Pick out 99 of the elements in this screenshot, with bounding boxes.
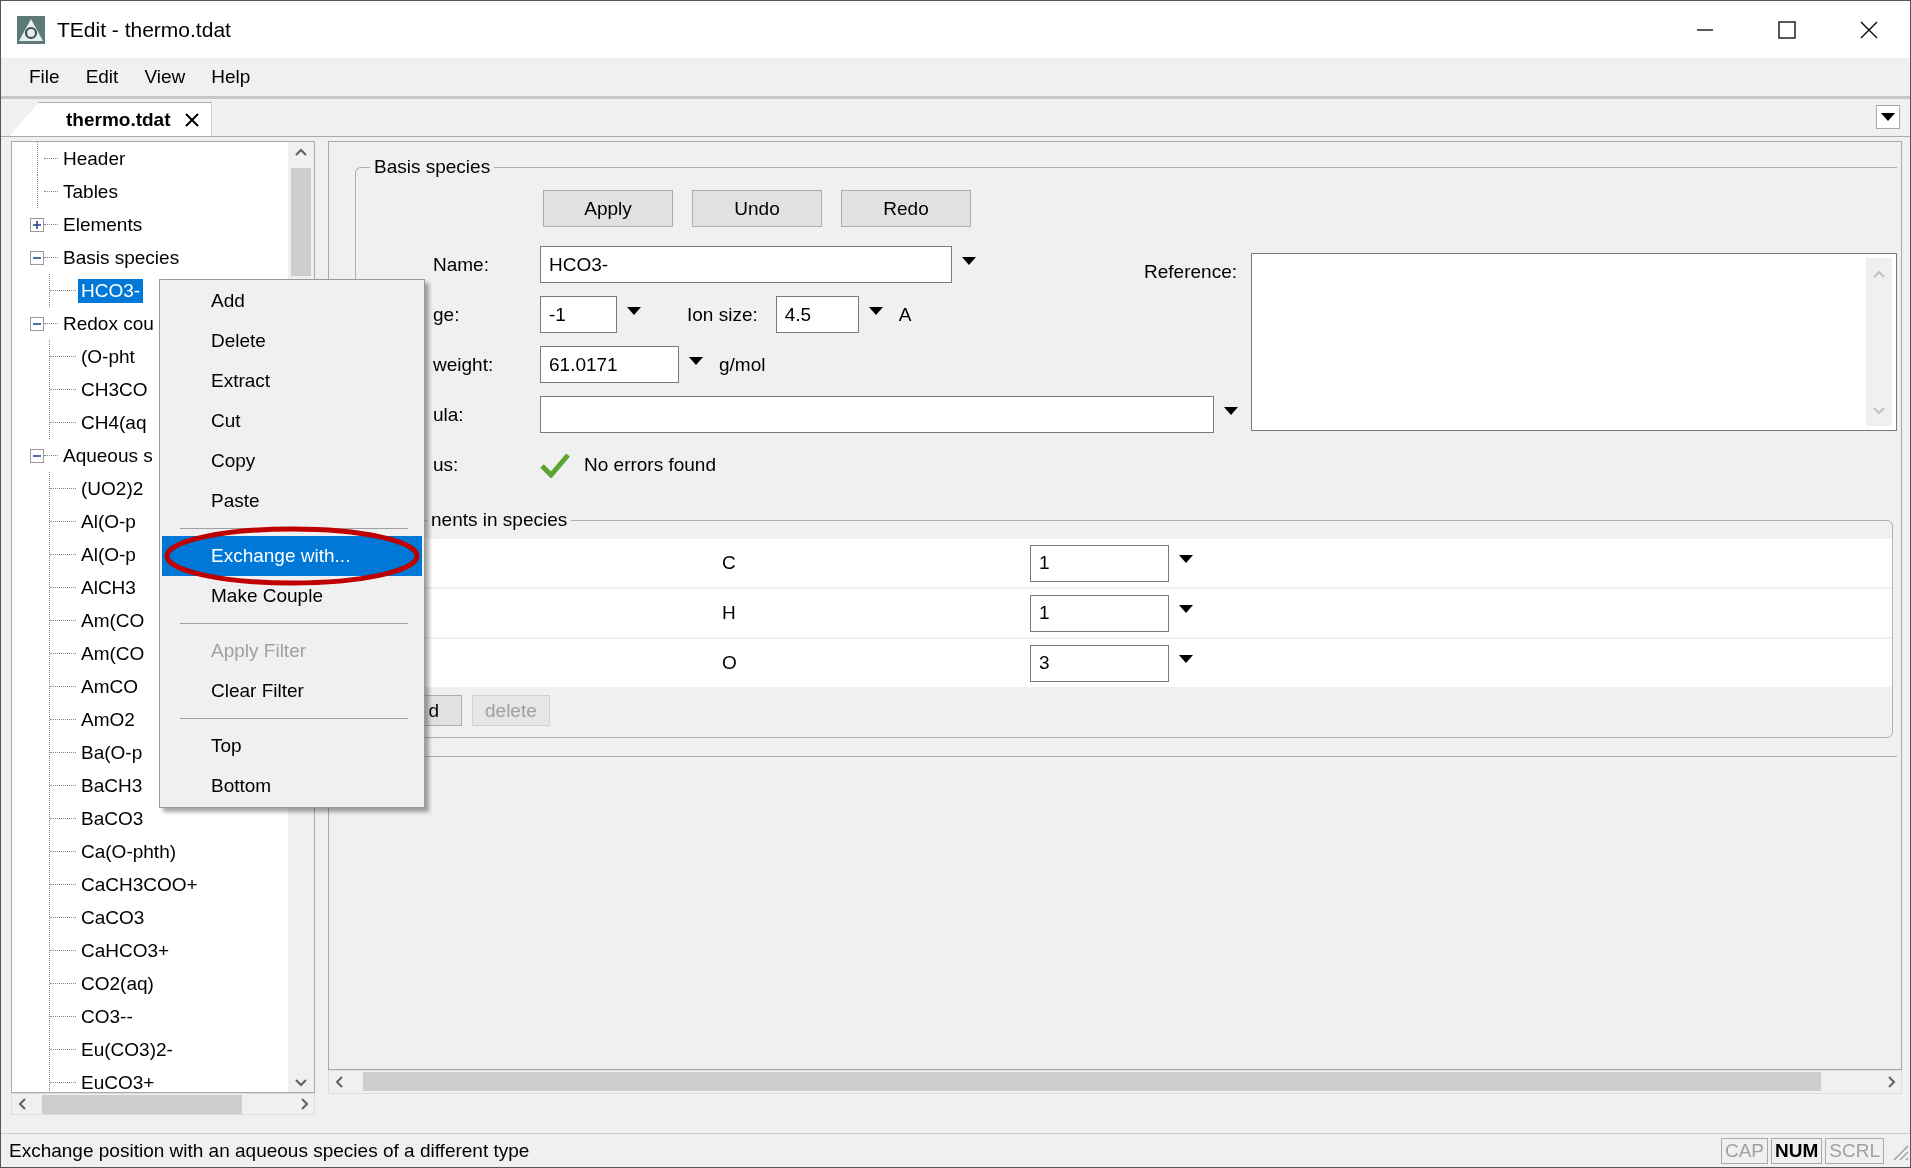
field-label: ge: xyxy=(432,303,461,326)
weight-field[interactable]: 61.0171 xyxy=(540,346,679,383)
field-label: Name: xyxy=(432,253,490,276)
menu-item[interactable]: File xyxy=(19,62,70,92)
tree-item[interactable]: Basis species xyxy=(60,245,183,270)
tree-item[interactable]: BaCH3 xyxy=(78,773,146,798)
horizontal-scrollbar[interactable] xyxy=(11,1093,315,1115)
dropdown-arrow-icon[interactable] xyxy=(962,256,976,265)
scrollbar-thumb[interactable] xyxy=(291,168,311,276)
menu-item[interactable]: Make Couple xyxy=(162,576,422,616)
menu-item[interactable]: Exchange with... xyxy=(162,536,422,576)
count-field[interactable]: 1 xyxy=(1030,544,1169,582)
minimize-icon xyxy=(1696,28,1714,31)
field-label: Ion size: xyxy=(687,303,758,326)
maximize-icon xyxy=(1778,20,1796,39)
reference-field[interactable] xyxy=(1251,253,1897,431)
count-field[interactable]: 3 xyxy=(1030,644,1169,682)
key-indicator: NUM xyxy=(1771,1137,1823,1164)
dropdown-arrow-icon[interactable] xyxy=(1224,406,1238,415)
field-label: Reference: xyxy=(1144,261,1237,283)
file-tab[interactable]: thermo.tdat xyxy=(9,102,212,136)
menu-item[interactable]: View xyxy=(134,62,196,92)
tree-item[interactable]: AlCH3 xyxy=(78,575,139,600)
ion-size-field[interactable]: 4.5 xyxy=(775,296,859,333)
formula-field[interactable] xyxy=(540,396,1214,433)
element-symbol: C xyxy=(722,552,737,574)
element-symbol: H xyxy=(722,602,737,624)
dropdown-arrow-icon[interactable] xyxy=(689,356,703,365)
tree-item[interactable]: (UO2)2 xyxy=(78,476,147,501)
unit-label: A xyxy=(898,303,912,326)
count-field[interactable]: 1 xyxy=(1030,594,1169,632)
tree-item[interactable]: CH4(aq xyxy=(78,410,150,435)
name-field[interactable]: HCO3- xyxy=(540,246,952,283)
dropdown-arrow-icon[interactable] xyxy=(1179,605,1193,613)
key-indicator: CAP xyxy=(1720,1137,1769,1164)
unit-label: g/mol xyxy=(719,353,766,376)
tree-item[interactable]: Am(CO xyxy=(78,641,148,666)
element-symbol: O xyxy=(722,652,738,674)
tree-item[interactable]: (O-pht xyxy=(78,344,138,369)
close-icon xyxy=(1860,20,1878,39)
tree-item[interactable]: EuCO3+ xyxy=(78,1070,158,1092)
close-icon[interactable] xyxy=(184,112,199,127)
collapse-icon[interactable] xyxy=(30,448,44,463)
menu-item[interactable]: Extract xyxy=(162,361,422,401)
tree-item[interactable]: Header xyxy=(60,146,129,171)
action-button[interactable]: Apply xyxy=(543,190,673,227)
tree-item[interactable]: CaHCO3+ xyxy=(78,938,173,963)
tree-item[interactable]: AmCO xyxy=(78,674,141,699)
field-label: weight: xyxy=(432,353,495,376)
menu-item[interactable]: Clear Filter xyxy=(162,671,422,711)
collapse-icon[interactable] xyxy=(30,250,44,265)
tree-item[interactable]: Am(CO xyxy=(78,608,148,633)
menu-item[interactable]: Add xyxy=(162,281,422,321)
field-label: us: xyxy=(432,453,460,476)
tree-item[interactable]: CH3CO xyxy=(78,377,151,402)
menu-item[interactable]: Help xyxy=(201,62,261,92)
tree-item[interactable]: Ca(O-phth) xyxy=(78,839,180,864)
tab-list-button[interactable] xyxy=(1876,105,1900,129)
tree-item[interactable]: CO2(aq) xyxy=(78,971,157,996)
tree-item[interactable]: Tables xyxy=(60,179,121,204)
action-button[interactable]: Undo xyxy=(692,190,822,227)
menu-item[interactable]: Paste xyxy=(162,481,422,521)
menu-item[interactable]: Edit xyxy=(75,62,129,92)
dropdown-arrow-icon[interactable] xyxy=(1179,555,1193,563)
key-indicator: SCRL xyxy=(1825,1137,1884,1164)
dropdown-arrow-icon[interactable] xyxy=(627,306,641,315)
tree-item[interactable]: CaCH3COO+ xyxy=(78,872,201,897)
window-title: TEdit - thermo.tdat xyxy=(57,17,232,42)
dropdown-arrow-icon[interactable] xyxy=(1179,655,1193,663)
tree-item[interactable]: Eu(CO3)2- xyxy=(78,1037,176,1062)
menu-item[interactable]: Bottom xyxy=(162,766,422,806)
dropdown-arrow-icon[interactable] xyxy=(868,306,883,315)
scrollbar-thumb[interactable] xyxy=(42,1094,242,1114)
charge-field[interactable]: -1 xyxy=(540,296,617,333)
menu-item[interactable]: Copy xyxy=(162,441,422,481)
scrollbar-thumb[interactable] xyxy=(363,1072,1821,1092)
status-text: No errors found xyxy=(584,453,716,476)
tree-item[interactable]: Al(O-p xyxy=(78,542,139,567)
caret-icon xyxy=(1881,113,1895,121)
expand-icon[interactable] xyxy=(30,217,44,232)
menu-item[interactable]: Top xyxy=(162,726,422,766)
field-label: ula: xyxy=(432,403,465,426)
menu-item[interactable]: Delete xyxy=(162,321,422,361)
app-icon xyxy=(17,15,45,44)
tree-item[interactable]: Ba(O-p xyxy=(78,740,146,765)
tree-item[interactable]: Redox cou xyxy=(60,311,157,336)
tree-item[interactable]: CO3-- xyxy=(78,1004,136,1029)
tree-item[interactable]: HCO3- xyxy=(78,278,144,303)
tree-item[interactable]: AmO2 xyxy=(78,707,138,732)
tree-item[interactable]: CaCO3 xyxy=(78,905,148,930)
tree-item[interactable]: BaCO3 xyxy=(78,806,147,831)
menu-item[interactable]: Cut xyxy=(162,401,422,441)
tree-item[interactable]: Elements xyxy=(60,212,146,237)
tree-item[interactable]: Al(O-p xyxy=(78,509,139,534)
collapse-icon[interactable] xyxy=(30,316,44,331)
tree-item[interactable]: Aqueous s xyxy=(60,443,156,468)
status-message: Exchange position with an aqueous species of a different type xyxy=(9,1139,531,1162)
action-button[interactable]: Redo xyxy=(841,190,971,227)
horizontal-scrollbar[interactable] xyxy=(328,1069,1902,1094)
